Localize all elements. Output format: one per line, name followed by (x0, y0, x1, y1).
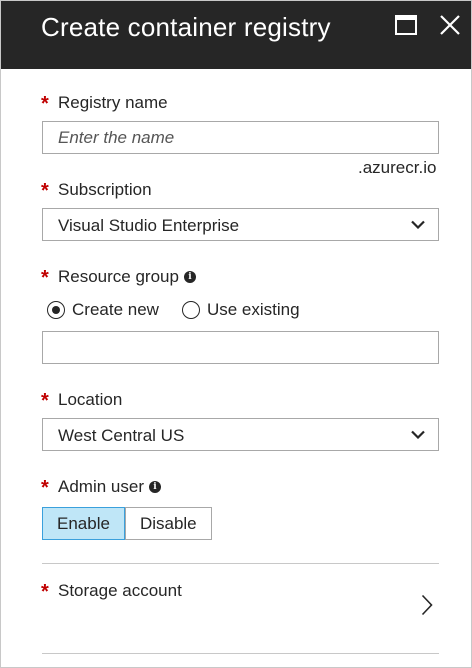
maximize-icon[interactable] (395, 15, 417, 35)
subscription-label: Subscription (58, 180, 152, 199)
radio-unselected-icon (181, 301, 200, 319)
info-icon[interactable]: i (183, 271, 196, 283)
storage-account-label: Storage account (58, 581, 182, 600)
subscription-selected-value: Visual Studio Enterprise (58, 216, 240, 235)
location-label-row: * Location (41, 389, 122, 411)
registry-name-label-row: * Registry name (41, 92, 168, 114)
resource-group-label: Resource group (58, 267, 179, 286)
required-marker: * (41, 93, 49, 115)
chevron-down-icon (411, 430, 425, 439)
admin-user-toggle: Enable Disable (42, 507, 212, 540)
resource-group-label-row: * Resource group i (41, 266, 196, 288)
radio-use-existing-label: Use existing (206, 300, 300, 319)
create-registry-blade: Create container registry * Registry nam… (0, 0, 472, 668)
blade-title: Create container registry (41, 12, 331, 42)
registry-domain-suffix: .azurecr.io (358, 158, 437, 177)
info-icon[interactable]: i (148, 481, 161, 493)
chevron-right-icon (421, 594, 433, 616)
subscription-dropdown[interactable]: Visual Studio Enterprise (42, 208, 439, 241)
admin-user-label: Admin user (58, 477, 144, 496)
blade-header: Create container registry (1, 1, 471, 69)
resource-group-radio-group: Create new Use existing (47, 300, 300, 320)
resource-group-input[interactable] (42, 331, 439, 364)
registry-name-label: Registry name (58, 93, 168, 112)
radio-create-new[interactable]: Create new (47, 300, 159, 320)
required-marker: * (41, 180, 49, 202)
radio-use-existing[interactable]: Use existing (181, 300, 300, 320)
admin-disable-button[interactable]: Disable (124, 508, 211, 539)
admin-enable-button[interactable]: Enable (42, 507, 125, 540)
required-marker: * (41, 267, 49, 289)
required-marker: * (41, 581, 49, 603)
close-icon[interactable] (439, 12, 461, 38)
radio-create-new-label: Create new (72, 300, 159, 319)
storage-account-label-row: * Storage account (41, 580, 182, 602)
registry-name-input[interactable] (42, 121, 439, 154)
location-selected-value: West Central US (58, 426, 185, 445)
admin-user-label-row: * Admin user i (41, 476, 161, 498)
storage-account-selector[interactable]: * Storage account (41, 564, 439, 652)
subscription-label-row: * Subscription (41, 179, 152, 201)
required-marker: * (41, 390, 49, 412)
location-label: Location (58, 390, 123, 409)
divider (42, 653, 439, 654)
required-marker: * (41, 477, 49, 499)
chevron-down-icon (411, 220, 425, 229)
radio-selected-icon (47, 301, 65, 319)
location-dropdown[interactable]: West Central US (42, 418, 439, 451)
